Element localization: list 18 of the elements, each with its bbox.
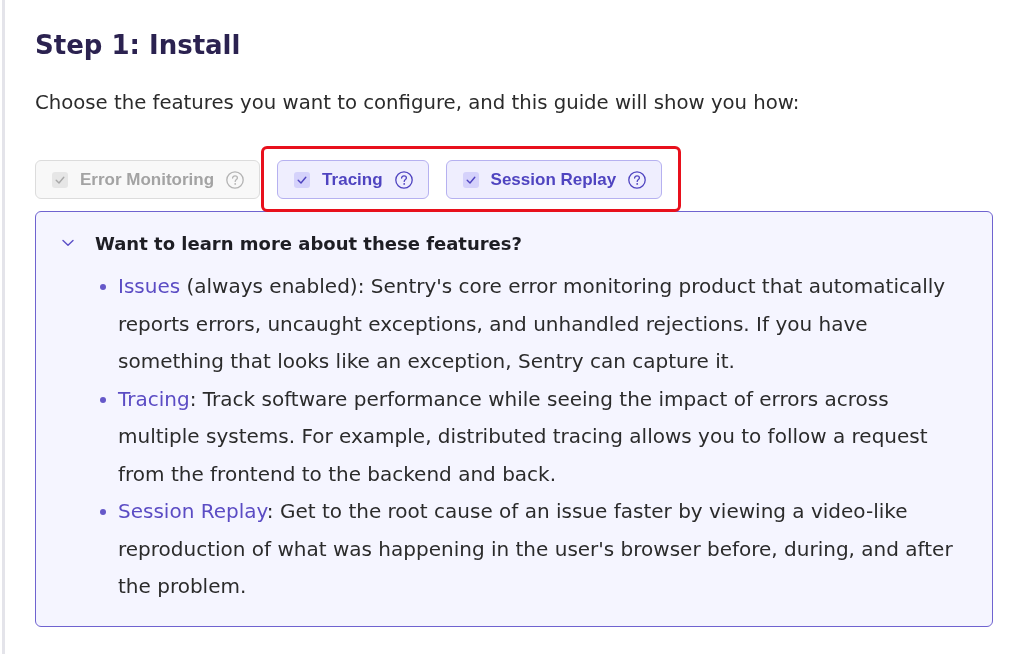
help-icon [628,170,647,189]
feature-link[interactable]: Tracing [118,386,190,411]
feature-toggle[interactable]: Tracing [277,160,429,199]
help-icon [394,170,413,189]
feature-description: Issues (always enabled): Sentry's core error monitoring product that automatically reports errors, uncaught exceptions, and unhandled rejections. If you have something that looks like an exception, Sentry can capture it. [118,273,947,375]
feature-description: Tracing: Track software performance while seeing the impact of errors across multiple systems. For example, distributed tracing allows you to follow a request from the frontend to the backend and back. [118,385,929,488]
chevron-icon[interactable] [62,239,74,247]
bullet-icon [100,396,106,403]
feature-link[interactable]: Issues [118,274,181,298]
feature-description: Session Replay: Get to the root cause of an issue faster by viewing a video-like reproduction of what was happening in the user's browser before, during, and after the problem. [118,498,954,600]
help-icon [226,170,245,189]
feature-link[interactable]: Session Replay [118,499,267,523]
bullet-icon [100,284,106,290]
intro-text: Choose the features you want to configure, and this guide will show you how: [35,90,801,116]
step-heading: Step 1: Install [35,29,241,62]
details-title[interactable]: Want to learn more about these features? [95,232,522,254]
feature-toggle[interactable]: Session Replay [445,160,663,199]
bullet-icon [100,509,106,515]
